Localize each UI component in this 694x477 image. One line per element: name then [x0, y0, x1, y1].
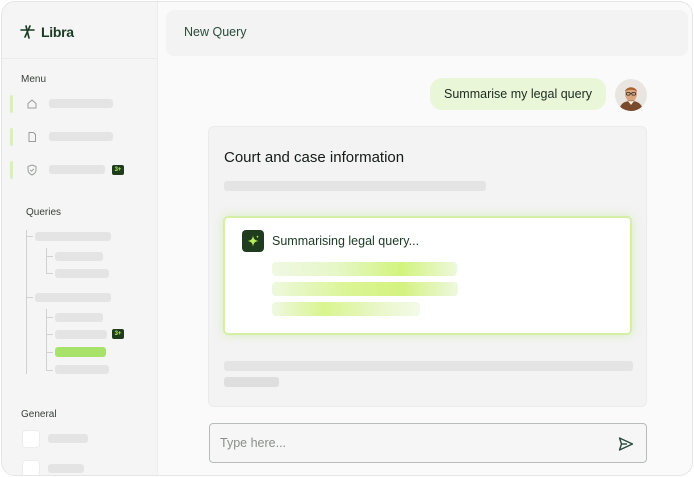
tree-line [46, 309, 47, 371]
response-card: Court and case information Summarising l… [208, 126, 647, 407]
query-item[interactable] [55, 365, 109, 374]
summarising-card: Summarising legal query... [223, 216, 632, 335]
sidebar: Libra Menu 3+ Queries 3+ General [2, 2, 158, 475]
tree-line [46, 256, 53, 257]
user-avatar[interactable] [615, 79, 647, 111]
avatar-image [615, 79, 647, 111]
sidebar-divider [2, 58, 158, 59]
app-window: Libra Menu 3+ Queries 3+ General New Que… [1, 1, 693, 476]
general-item[interactable] [48, 464, 84, 473]
tree-line [26, 297, 33, 298]
header: New Query [166, 10, 688, 56]
tree-line [46, 273, 53, 274]
sidebar-item-home[interactable] [10, 93, 150, 115]
app-name: Libra [41, 24, 74, 40]
text-placeholder [224, 377, 279, 387]
home-icon [27, 99, 37, 109]
count-badge: 3+ [112, 165, 124, 175]
query-item-active[interactable] [55, 347, 106, 357]
sidebar-item-placeholder [49, 99, 113, 108]
sidebar-item-placeholder [49, 165, 105, 174]
query-item[interactable] [55, 313, 103, 322]
logo-icon [20, 25, 35, 39]
tree-line [46, 334, 53, 335]
tree-line [46, 352, 53, 353]
active-indicator [10, 95, 13, 113]
tree-line [46, 317, 53, 318]
loading-bar [272, 282, 458, 296]
query-item[interactable] [55, 252, 103, 261]
loading-bar [272, 302, 420, 316]
queries-section-label: Queries [26, 207, 62, 218]
sparkle-icon [242, 230, 264, 252]
send-icon[interactable] [617, 435, 635, 453]
document-icon [28, 132, 36, 142]
loading-bar [272, 262, 457, 276]
query-folder[interactable] [35, 293, 111, 302]
menu-section-label: Menu [21, 74, 47, 85]
card-title: Court and case information [224, 149, 405, 166]
page-title: New Query [184, 25, 247, 39]
general-item-icon [22, 430, 40, 448]
tree-line [46, 248, 47, 274]
message-input-bar [209, 423, 647, 463]
general-item[interactable] [48, 434, 88, 443]
tree-line [26, 230, 27, 374]
logo[interactable]: Libra [20, 24, 74, 40]
text-placeholder [224, 361, 633, 371]
query-folder[interactable] [35, 232, 111, 241]
tree-line [26, 236, 33, 237]
active-indicator [10, 128, 13, 146]
active-indicator [10, 161, 13, 179]
sidebar-item-documents[interactable] [10, 126, 150, 148]
shield-icon [27, 164, 37, 176]
status-text: Summarising legal query... [272, 234, 420, 248]
count-badge: 3+ [112, 329, 124, 339]
general-item-icon [22, 460, 40, 475]
text-placeholder [224, 181, 486, 191]
sidebar-item-security[interactable]: 3+ [10, 159, 150, 181]
user-message-bubble: Summarise my legal query [430, 78, 606, 110]
general-section-label: General [21, 409, 57, 420]
query-item[interactable] [55, 330, 107, 339]
message-input[interactable] [220, 432, 600, 454]
query-item[interactable] [55, 269, 109, 278]
tree-line [46, 370, 53, 371]
sidebar-item-placeholder [49, 132, 113, 141]
